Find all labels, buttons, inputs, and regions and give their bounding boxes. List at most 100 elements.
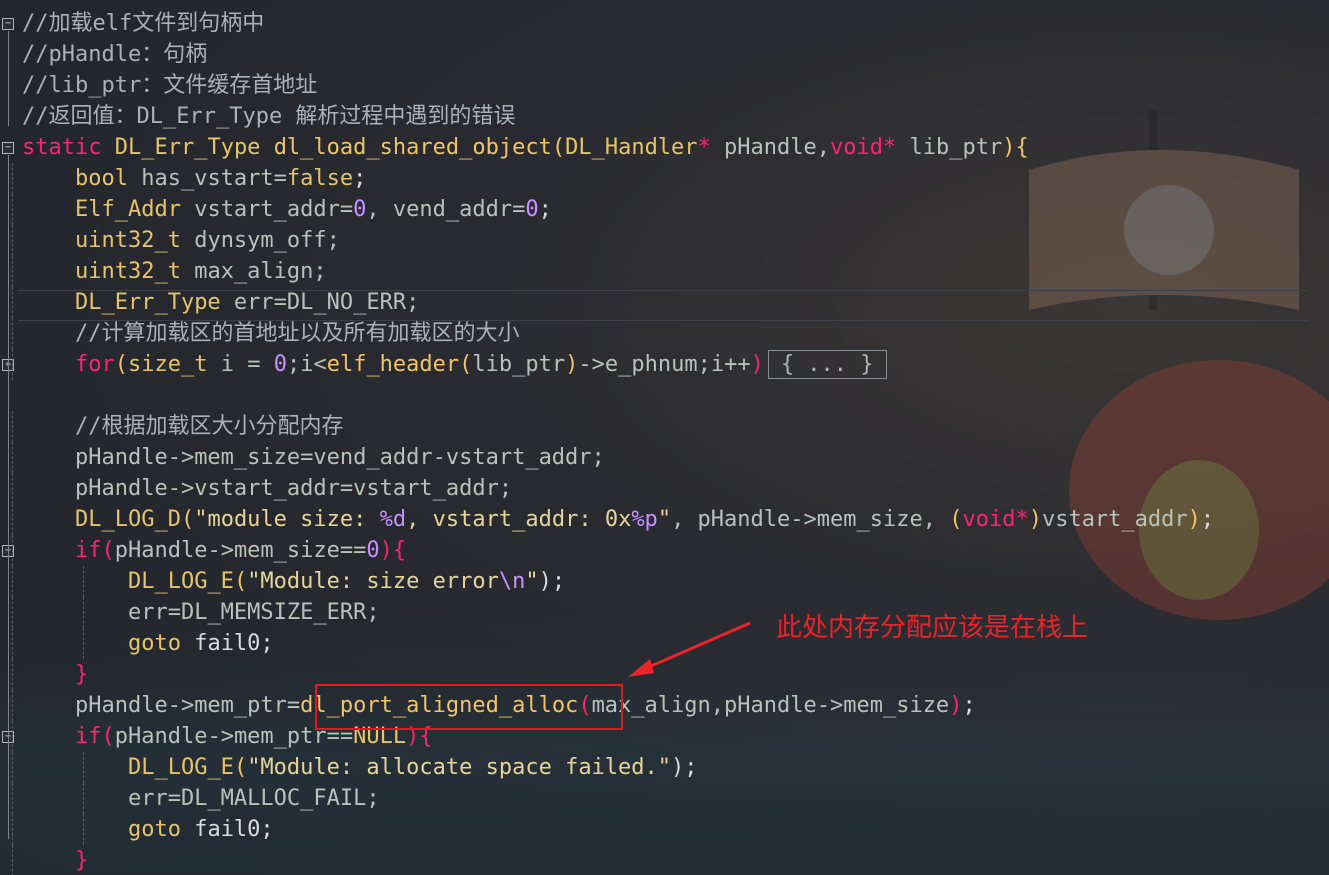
indent-guide	[12, 349, 13, 380]
indent-guide	[12, 442, 13, 473]
indent-guide	[12, 504, 13, 535]
fold-range-line	[8, 744, 9, 839]
fold-gutter[interactable]: −−+−−	[0, 0, 20, 875]
code-token: *	[1015, 507, 1029, 532]
code-token: //pHandle：句柄	[22, 42, 208, 67]
code-token: bool	[74, 166, 128, 191]
code-token: goto	[127, 817, 181, 842]
code-area[interactable]: //加载elf文件到句柄中 //pHandle：句柄 //lib_ptr：文件缓存首…	[12, 8, 1214, 875]
code-token: void	[962, 507, 1016, 532]
code-line[interactable]: //计算加载区的首地址以及所有加载区的大小	[12, 318, 1214, 349]
code-token: , vstart_addr: 0x	[406, 507, 632, 532]
code-line[interactable]: for(size_t i = 0;i<elf_header(lib_ptr)->…	[12, 349, 1214, 380]
code-token: );	[671, 755, 698, 780]
code-token: (	[114, 352, 128, 377]
indent-guide	[12, 783, 13, 814]
folded-region-badge[interactable]: { ... }	[767, 350, 887, 379]
code-token: pHandle,	[710, 135, 831, 160]
code-line[interactable]: if(pHandle->mem_size==0){	[12, 535, 1214, 566]
code-token: ->e_phnum;i++	[578, 352, 751, 377]
code-token: }	[74, 662, 89, 687]
code-token: vstart_addr=	[180, 197, 354, 222]
code-token: DL_Err_Type	[114, 135, 261, 160]
code-line[interactable]: DL_LOG_E("Module: size error\n");	[12, 566, 1214, 597]
indent-guide	[12, 752, 13, 783]
code-line[interactable]: //pHandle：句柄	[22, 39, 1214, 70]
indent-guide	[12, 411, 13, 442]
code-token: //计算加载区的首地址以及所有加载区的大小	[74, 321, 520, 346]
code-line[interactable]: //lib_ptr：文件缓存首地址	[22, 70, 1214, 101]
code-token: elf_header	[326, 352, 460, 377]
code-line[interactable]: bool has_vstart=false;	[12, 163, 1214, 194]
code-token: i =	[207, 352, 274, 377]
code-line[interactable]: DL_LOG_D("module size: %d, vstart_addr: …	[12, 504, 1214, 535]
code-token: , vend_addr=	[366, 197, 526, 222]
code-token: ;	[353, 166, 367, 191]
code-token: , pHandle->mem_size,	[671, 507, 950, 532]
code-token: pHandle->vstart_addr=vstart_addr;	[74, 476, 513, 501]
code-token: "module size:	[194, 507, 380, 532]
code-line[interactable]: uint32_t max_align;	[12, 256, 1214, 287]
code-line[interactable]: pHandle->mem_size=vend_addr-vstart_addr;	[12, 442, 1214, 473]
fold-collapse-icon[interactable]: −	[2, 18, 14, 30]
code-line[interactable]	[22, 380, 1214, 411]
code-line[interactable]: DL_Err_Type err=DL_NO_ERR;	[12, 287, 1214, 318]
code-token: DL_LOG_D	[74, 507, 181, 532]
code-line[interactable]: static DL_Err_Type dl_load_shared_object…	[22, 132, 1214, 163]
code-line[interactable]: Elf_Addr vstart_addr=0, vend_addr=0;	[12, 194, 1214, 225]
code-token: static	[22, 135, 102, 160]
indent-guide	[83, 814, 84, 845]
code-token: pHandle->mem_size=vend_addr-vstart_addr;	[74, 445, 605, 470]
fold-collapse-icon[interactable]: −	[2, 142, 14, 154]
indent-guide	[12, 287, 13, 318]
code-token: \n	[498, 569, 526, 594]
annotation-arrow-icon	[628, 621, 751, 677]
code-token: pHandle->mem_ptr=	[74, 693, 301, 718]
code-line[interactable]: DL_LOG_E("Module: allocate space failed.…	[12, 752, 1214, 783]
fold-range-line	[8, 155, 9, 839]
code-token: *	[883, 135, 897, 160]
code-token: max_align,pHandle->mem_size	[591, 693, 950, 718]
code-token: DL_LOG_E	[127, 569, 234, 594]
code-line[interactable]: err=DL_MALLOC_FAIL;	[12, 783, 1214, 814]
code-line[interactable]: uint32_t dynsym_off;	[12, 225, 1214, 256]
code-token: uint32_t	[74, 228, 181, 253]
code-line[interactable]: //根据加载区大小分配内存	[12, 411, 1214, 442]
code-token: (	[101, 538, 115, 563]
code-token: "	[525, 569, 539, 594]
code-token: )	[565, 352, 579, 377]
code-token: lib_ptr	[896, 135, 1003, 160]
code-editor[interactable]: −−+−− //加载elf文件到句柄中//pHandle：句柄//lib_ptr…	[0, 0, 1329, 875]
code-token: vstart_addr	[1041, 507, 1188, 532]
code-token: ;	[538, 197, 552, 222]
code-token: (	[459, 352, 473, 377]
code-token: (	[551, 135, 566, 160]
annotation-highlight-box	[315, 684, 623, 730]
code-token: )	[1187, 507, 1201, 532]
indent-guide	[12, 628, 13, 659]
code-token: //lib_ptr：文件缓存首地址	[22, 73, 318, 98]
code-line[interactable]: goto fail0;	[12, 814, 1214, 845]
indent-guide	[12, 690, 13, 721]
code-line[interactable]: }	[12, 845, 1214, 875]
code-token: goto	[127, 631, 181, 656]
indent-guide	[12, 659, 13, 690]
code-line[interactable]: //返回值：DL_Err_Type 解析过程中遇到的错误	[22, 101, 1214, 132]
code-token: "	[657, 507, 672, 532]
indent-guide	[12, 225, 13, 256]
code-token: false	[286, 166, 354, 191]
fold-range-line	[8, 31, 9, 126]
code-token: Elf_Addr	[74, 197, 181, 222]
code-token: 0	[366, 538, 380, 563]
code-token: for	[74, 352, 115, 377]
code-token: //返回值：DL_Err_Type 解析过程中遇到的错误	[22, 104, 516, 129]
code-line[interactable]: pHandle->vstart_addr=vstart_addr;	[12, 473, 1214, 504]
indent-guide	[12, 473, 13, 504]
annotation-text: 此处内存分配应该是在栈上	[776, 613, 1089, 643]
code-token: DL_Handler	[565, 135, 698, 160]
code-line[interactable]: //加载elf文件到句柄中	[22, 8, 1214, 39]
indent-guide	[83, 597, 84, 628]
indent-guide	[12, 318, 13, 349]
indent-guide	[12, 194, 13, 225]
